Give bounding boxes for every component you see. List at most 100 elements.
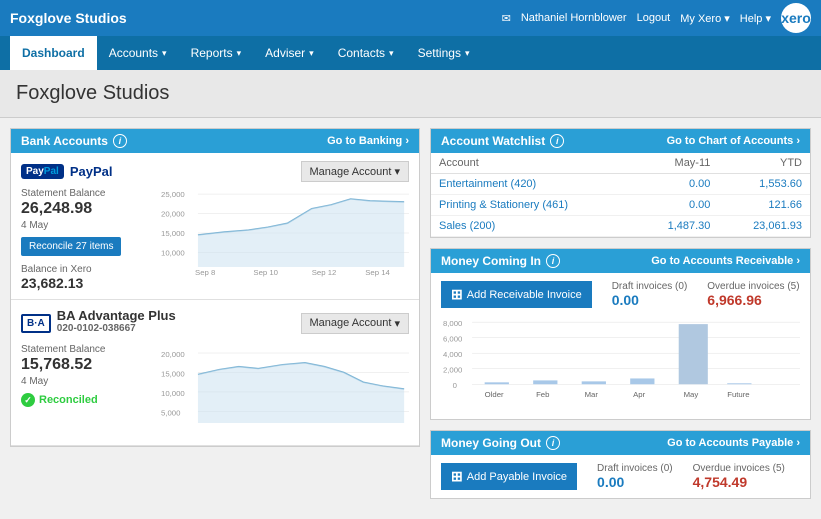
watchlist-info-icon[interactable]: i [550,134,564,148]
paypal-xero-label: Balance in Xero [21,264,151,275]
go-to-payable-link[interactable]: Go to Accounts Payable › [667,437,800,449]
money-going-out-header: Money Going Out i Go to Accounts Payable… [431,431,810,455]
watchlist-account-name[interactable]: Printing & Stationery (461) [431,195,635,216]
payable-draft-label: Draft invoices (0) [597,463,673,474]
svg-text:Older: Older [485,390,504,399]
email-icon: ✉ [502,12,511,25]
svg-text:Sep 14: Sep 14 [365,268,390,277]
top-bar-right: ✉ Nathaniel Hornblower Logout My Xero ▾ … [502,3,811,33]
ba-balance-value: 15,768.52 [21,356,151,374]
svg-text:6,000: 6,000 [443,335,462,344]
ba-logo-icon: B·A [21,314,51,333]
go-to-receivable-link[interactable]: Go to Accounts Receivable › [651,255,800,267]
paypal-manage-button[interactable]: Manage Account ▾ [301,161,409,182]
help-link[interactable]: Help ▾ [740,12,771,25]
money-coming-in-chart-svg: 8,000 6,000 4,000 2,000 0 [441,313,800,408]
go-to-banking-link[interactable]: Go to Banking › [327,135,409,147]
add-payable-invoice-button[interactable]: ⊞ Add Payable Invoice [441,463,577,490]
svg-text:8,000: 8,000 [443,319,462,328]
svg-text:Feb: Feb [536,390,549,399]
watchlist-account-name[interactable]: Sales (200) [431,216,635,237]
svg-text:10,000: 10,000 [161,248,185,257]
paypal-logo-group: PayPal PayPal [21,164,112,179]
payable-overdue-group: Overdue invoices (5) 4,754.49 [693,463,785,490]
watchlist-title-group: Account Watchlist i [441,134,564,148]
money-coming-in-header: Money Coming In i Go to Accounts Receiva… [431,249,810,273]
money-going-out-body: ⊞ Add Payable Invoice Draft invoices (0)… [431,455,810,498]
watchlist-col-ytd: YTD [718,153,810,174]
go-to-chart-link[interactable]: Go to Chart of Accounts › [667,135,800,147]
svg-text:Sep 8: Sep 8 [195,268,215,277]
ba-logo-group: B·A BA Advantage Plus 020-0102-038667 [21,308,176,338]
paypal-balance-label: Statement Balance [21,188,151,199]
main-content: Bank Accounts i Go to Banking › PayPal P… [0,118,821,519]
svg-text:20,000: 20,000 [161,350,185,359]
logout-link[interactable]: Logout [637,12,671,24]
bank-accounts-header: Bank Accounts i Go to Banking › [11,129,419,153]
paypal-info: Statement Balance 26,248.98 4 May Reconc… [21,188,151,291]
ba-card-header: B·A BA Advantage Plus 020-0102-038667 Ma… [21,308,409,338]
ba-reconciled-badge: ✓ Reconciled [21,393,151,407]
watchlist-ytd-value: 23,061.93 [718,216,810,237]
money-going-out-info-icon[interactable]: i [546,436,560,450]
svg-text:15,000: 15,000 [161,369,185,378]
paypal-xero-value: 23,682.13 [21,275,151,291]
money-going-out-title: Money Going Out [441,436,541,450]
ba-chart-svg: 20,000 15,000 10,000 5,000 [161,344,409,434]
ba-reconciled-label: Reconciled [39,394,98,406]
paypal-account-body: Statement Balance 26,248.98 4 May Reconc… [21,188,409,291]
svg-text:Apr: Apr [633,390,645,399]
add-receivable-invoice-button[interactable]: ⊞ Add Receivable Invoice [441,281,592,308]
nav-reports[interactable]: Reports ▾ [179,36,254,70]
receivable-draft-group: Draft invoices (0) 0.00 [612,281,688,308]
watchlist-account-name[interactable]: Entertainment (420) [431,174,635,195]
watchlist-col-may: May-11 [635,153,718,174]
receivable-overdue-label: Overdue invoices (5) [707,281,799,292]
bank-accounts-info-icon[interactable]: i [113,134,127,148]
ba-manage-button[interactable]: Manage Account ▾ [301,313,409,334]
ba-account-id: 020-0102-038667 [57,323,176,334]
svg-text:2,000: 2,000 [443,366,462,375]
my-xero-link[interactable]: My Xero ▾ [680,12,730,25]
nav-adviser[interactable]: Adviser ▾ [253,36,326,70]
svg-text:20,000: 20,000 [161,209,185,218]
money-going-out-panel: Money Going Out i Go to Accounts Payable… [430,430,811,499]
money-coming-in-info-icon[interactable]: i [546,254,560,268]
money-going-out-title-group: Money Going Out i [441,436,560,450]
bank-accounts-title-group: Bank Accounts i [21,134,127,148]
left-column: Bank Accounts i Go to Banking › PayPal P… [10,128,420,509]
watchlist-row: Entertainment (420) 0.00 1,553.60 [431,174,810,195]
payable-draft-amount: 0.00 [597,474,673,490]
money-coming-in-title: Money Coming In [441,254,541,268]
payable-overdue-label: Overdue invoices (5) [693,463,785,474]
money-coming-in-body: ⊞ Add Receivable Invoice Draft invoices … [431,273,810,419]
watchlist-may-value: 0.00 [635,174,718,195]
svg-text:Mar: Mar [585,390,599,399]
nav-settings[interactable]: Settings ▾ [406,36,482,70]
payable-draft-group: Draft invoices (0) 0.00 [597,463,673,490]
paypal-balance-value: 26,248.98 [21,200,151,218]
page-title: Foxglove Studios [0,70,821,118]
watchlist-col-account: Account [431,153,635,174]
svg-text:10,000: 10,000 [161,389,185,398]
receivable-overdue-group: Overdue invoices (5) 6,966.96 [707,281,799,308]
paypal-reconcile-button[interactable]: Reconcile 27 items [21,237,121,256]
bank-accounts-title: Bank Accounts [21,134,108,148]
add-payable-col: ⊞ Add Payable Invoice [441,463,577,490]
xero-logo: xero [781,3,811,33]
ba-account-body: Statement Balance 15,768.52 4 May ✓ Reco… [21,344,409,437]
paypal-name: PayPal [70,164,113,179]
nav-accounts[interactable]: Accounts ▾ [97,36,179,70]
watchlist-may-value: 0.00 [635,195,718,216]
svg-text:4,000: 4,000 [443,350,462,359]
watchlist-ytd-value: 1,553.60 [718,174,810,195]
receivable-draft-overdue: Draft invoices (0) 0.00 Overdue invoices… [612,281,800,308]
main-nav: Dashboard Accounts ▾ Reports ▾ Adviser ▾… [0,36,821,70]
nav-contacts[interactable]: Contacts ▾ [326,36,406,70]
nav-dashboard[interactable]: Dashboard [10,36,97,70]
paypal-account-card: PayPal PayPal Manage Account ▾ Statement… [11,153,419,300]
money-coming-in-panel: Money Coming In i Go to Accounts Receiva… [430,248,811,420]
watchlist-may-value: 1,487.30 [635,216,718,237]
paypal-chart: 25,000 20,000 15,000 10,000 [161,188,409,291]
paypal-chart-svg: 25,000 20,000 15,000 10,000 [161,188,409,278]
